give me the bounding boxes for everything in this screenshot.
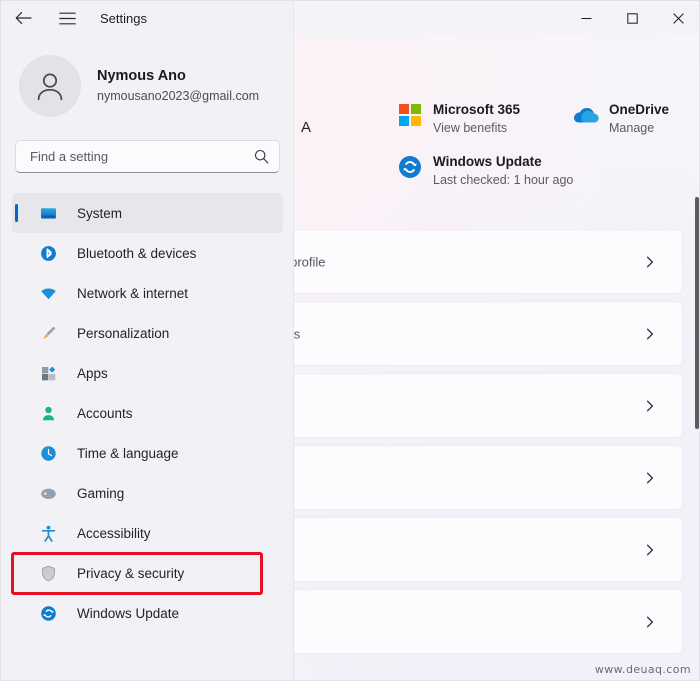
sidebar-item-label: Apps — [77, 365, 108, 381]
profile-name: Nymous Ano — [97, 68, 186, 84]
quick-card-microsoft-365[interactable]: Microsoft 365 View benefits — [397, 101, 573, 137]
quick-card-title: Windows Update — [433, 154, 542, 169]
avatar — [19, 55, 81, 117]
bluetooth-icon — [38, 243, 58, 263]
sidebar-item-bluetooth-devices[interactable]: Bluetooth & devices — [12, 233, 283, 273]
minimize-button[interactable] — [563, 1, 609, 35]
gamepad-icon — [38, 483, 58, 503]
sidebar-header: Settings — [1, 1, 293, 35]
sidebar-item-accessibility[interactable]: Accessibility — [12, 513, 283, 553]
window-controls — [563, 1, 699, 35]
sidebar-nav: System Bluetooth & devices Network & int… — [12, 193, 283, 633]
update-icon — [38, 603, 58, 623]
sidebar-item-label: Windows Update — [77, 605, 180, 621]
window-title: Settings — [100, 10, 147, 26]
person-icon — [38, 403, 58, 423]
close-button[interactable] — [655, 1, 699, 35]
clock-icon — [38, 443, 58, 463]
sidebar-item-label: Personalization — [77, 325, 170, 341]
monitor-icon — [38, 203, 58, 223]
chevron-right-icon — [644, 328, 656, 340]
sidebar-item-system[interactable]: System — [12, 193, 283, 233]
sidebar-item-label: Time & language — [77, 445, 179, 461]
sidebar-item-label: Accessibility — [77, 525, 151, 541]
sidebar-item-time-language[interactable]: Time & language — [12, 433, 283, 473]
wifi-icon — [38, 283, 58, 303]
accessibility-icon — [38, 523, 58, 543]
onedrive-cloud-icon — [573, 102, 599, 128]
sidebar-item-accounts[interactable]: Accounts — [12, 393, 283, 433]
settings-window: A Microsoft 365 View benefits OneDrive M… — [0, 0, 700, 681]
apps-icon — [38, 363, 58, 383]
chevron-right-icon — [644, 544, 656, 556]
sidebar-item-label: Gaming — [77, 485, 125, 501]
shield-icon — [38, 563, 58, 583]
content-scrollbar-thumb[interactable] — [695, 197, 699, 429]
sidebar-item-label: Network & internet — [77, 285, 189, 301]
search-box[interactable] — [15, 140, 280, 173]
chevron-right-icon — [644, 616, 656, 628]
chevron-right-icon — [644, 400, 656, 412]
sidebar-item-apps[interactable]: Apps — [12, 353, 283, 393]
watermark: www.deuaq.com — [594, 663, 691, 676]
microsoft-logo-icon — [397, 102, 423, 128]
quick-card-windows-update[interactable]: Windows Update Last checked: 1 hour ago — [397, 153, 573, 189]
paintbrush-icon — [38, 323, 58, 343]
chevron-right-icon — [644, 256, 656, 268]
sidebar-item-privacy-security[interactable]: Privacy & security — [12, 553, 283, 593]
sidebar-item-gaming[interactable]: Gaming — [12, 473, 283, 513]
settings-sidebar: Settings Nymous Ano nymousano2023@gmail.… — [1, 1, 294, 680]
sidebar-item-label: Privacy & security — [77, 565, 185, 581]
sidebar-item-personalization[interactable]: Personalization — [12, 313, 283, 353]
quick-card-subtitle: Manage — [609, 121, 655, 135]
quick-card-onedrive[interactable]: OneDrive Manage — [573, 101, 697, 137]
quick-actions-row: Microsoft 365 View benefits OneDrive Man… — [397, 101, 697, 189]
search-icon — [254, 149, 269, 164]
quick-card-subtitle: Last checked: 1 hour ago — [433, 173, 574, 187]
sidebar-item-windows-update[interactable]: Windows Update — [12, 593, 283, 633]
update-icon — [397, 154, 423, 180]
quick-card-subtitle: View benefits — [433, 121, 508, 135]
search-input[interactable] — [30, 149, 254, 164]
quick-card-title: OneDrive — [609, 102, 670, 117]
quick-card-title: Microsoft 365 — [433, 102, 521, 117]
sidebar-item-label: Accounts — [77, 405, 133, 421]
sidebar-item-network-internet[interactable]: Network & internet — [12, 273, 283, 313]
hamburger-menu-icon[interactable] — [45, 1, 89, 35]
back-button[interactable] — [1, 1, 45, 35]
chevron-right-icon — [644, 472, 656, 484]
account-name-fragment: A — [301, 119, 312, 136]
maximize-button[interactable] — [609, 1, 655, 35]
sidebar-item-label: Bluetooth & devices — [77, 245, 197, 261]
profile-email: nymousano2023@gmail.com — [97, 89, 260, 103]
user-profile[interactable]: Nymous Ano nymousano2023@gmail.com — [19, 55, 259, 117]
sidebar-item-label: System — [77, 205, 123, 221]
